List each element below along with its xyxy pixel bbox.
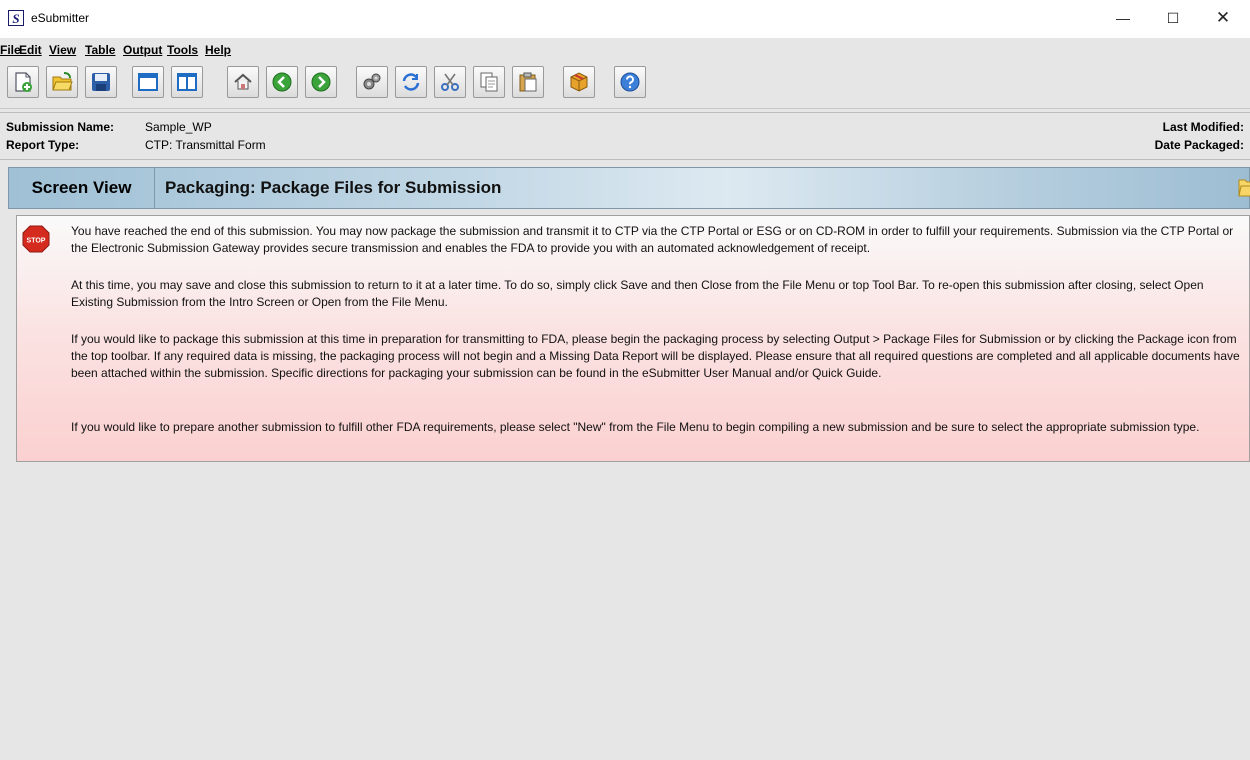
cut-button[interactable] [434,66,466,98]
save-icon [92,73,110,91]
new-icon [15,72,32,92]
panel-button[interactable] [171,66,203,98]
home-button[interactable] [227,66,259,98]
forward-icon [311,72,331,92]
message-panel: STOP You have reached the end of this su… [16,215,1250,462]
menu-help[interactable]: Help [205,43,231,57]
stop-sign-icon: STOP [22,225,50,253]
window-button[interactable] [132,66,164,98]
message-paragraph-3: If you would like to package this submis… [71,332,1240,380]
refresh-button[interactable] [395,66,427,98]
date-packaged-label: Date Packaged: [1154,138,1244,152]
home-icon [234,73,252,90]
forward-button[interactable] [305,66,337,98]
help-button[interactable] [614,66,646,98]
package-icon [570,72,588,92]
copy-icon [480,72,498,92]
menu-file[interactable]: File [0,43,21,57]
menu-output[interactable]: Output [123,43,162,57]
back-button[interactable] [266,66,298,98]
screen-header: Screen View Packaging: Package Files for… [8,167,1250,209]
help-icon [620,72,640,92]
menu-table[interactable]: Table [85,43,115,57]
minimize-button[interactable]: — [1100,0,1146,38]
settings-icon [363,73,381,90]
copy-button[interactable] [473,66,505,98]
report-type-value: CTP: Transmittal Form [145,138,266,152]
window-icon [138,73,158,91]
stop-sign-text: STOP [27,238,46,245]
menu-tools[interactable]: Tools [167,43,198,57]
last-modified-label: Last Modified: [1162,120,1244,134]
package-button[interactable] [563,66,595,98]
submission-info: Submission Name: Sample_WP Report Type: … [0,112,1250,160]
menu-edit[interactable]: Edit [19,43,42,57]
title-bar: S eSubmitter — ☐ ✕ [0,0,1250,38]
refresh-icon [402,73,420,91]
menu-view[interactable]: View [49,43,76,57]
open-button[interactable] [46,66,78,98]
message-paragraph-1: You have reached the end of this submiss… [71,224,1234,255]
settings-button[interactable] [356,66,388,98]
message-paragraph-2: At this time, you may save and close thi… [71,278,1204,309]
new-button[interactable] [7,66,39,98]
paste-icon [519,72,537,92]
message-paragraph-4: If you would like to prepare another sub… [71,420,1200,434]
folder-icon[interactable] [1237,172,1250,200]
window-title: eSubmitter [31,11,90,25]
page-title: Packaging: Package Files for Submission [165,178,502,197]
menu-bar: File Edit View Table Output Tools Help [0,38,1250,60]
app-icon: S [8,10,24,26]
open-icon [52,72,73,91]
cut-icon [441,73,459,91]
panel-icon [177,73,197,91]
back-icon [272,72,292,92]
report-type-label: Report Type: [6,138,80,152]
screen-view-label: Screen View [9,168,155,208]
paste-button[interactable] [512,66,544,98]
close-button[interactable]: ✕ [1200,0,1246,38]
submission-name-label: Submission Name: [6,120,115,134]
maximize-button[interactable]: ☐ [1150,0,1196,38]
submission-name-value: Sample_WP [145,120,212,134]
toolbar [0,60,1250,109]
save-button[interactable] [85,66,117,98]
